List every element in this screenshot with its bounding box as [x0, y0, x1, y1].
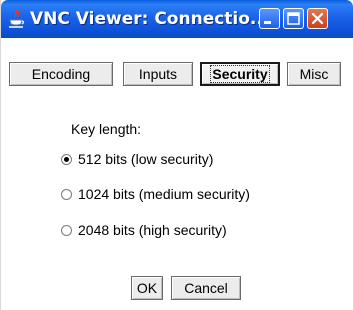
tab-inputs[interactable]: Inputs	[123, 62, 193, 86]
close-button[interactable]	[307, 8, 328, 29]
maximize-button[interactable]	[283, 8, 304, 29]
tab-encoding[interactable]: Encoding	[9, 62, 113, 86]
tab-misc[interactable]: Misc	[287, 62, 341, 86]
minimize-icon	[264, 21, 271, 24]
title-bar[interactable]: VNC Viewer: Connectio...	[1, 0, 353, 38]
radio-512-bits[interactable]: 512 bits (low security)	[61, 150, 213, 168]
key-length-label: Key length:	[71, 121, 142, 137]
vnc-options-window: VNC Viewer: Connectio... Encoding Inputs…	[0, 0, 354, 310]
radio-2048-bits[interactable]: 2048 bits (high security)	[61, 221, 227, 239]
radio-button[interactable]	[61, 188, 72, 200]
radio-1024-bits[interactable]: 1024 bits (medium security)	[61, 185, 250, 203]
radio-button-checked[interactable]	[61, 153, 72, 165]
close-icon	[311, 12, 324, 25]
maximize-icon	[287, 12, 300, 25]
cancel-button[interactable]: Cancel	[171, 276, 241, 300]
minimize-button[interactable]	[259, 8, 280, 29]
tab-security[interactable]: Security	[200, 62, 280, 86]
java-icon	[9, 9, 25, 28]
radio-button[interactable]	[61, 224, 72, 236]
ok-button[interactable]: OK	[131, 276, 163, 300]
window-title: VNC Viewer: Connectio...	[30, 9, 270, 29]
